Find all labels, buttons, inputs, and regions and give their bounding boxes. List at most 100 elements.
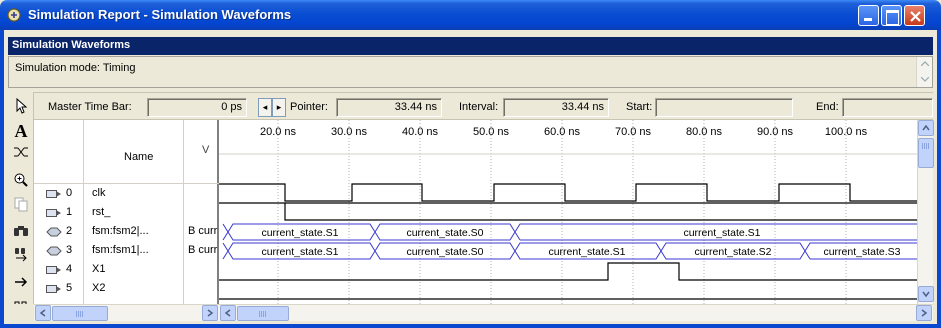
- signal-name: X1: [92, 263, 106, 275]
- signal-row-fsm2[interactable]: 2 fsm:fsm2|... B curr: [34, 224, 219, 240]
- signal-row-rst[interactable]: 1 rst_: [34, 205, 219, 221]
- time-label: 60.0 ns: [544, 126, 581, 138]
- x1-waveform: [219, 262, 917, 281]
- signal-value: B curr: [188, 225, 218, 237]
- master-time-bar-label: Master Time Bar:: [48, 101, 132, 113]
- section-header: Simulation Waveforms: [8, 37, 933, 55]
- time-label: 80.0 ns: [686, 126, 723, 138]
- scroll-left-icon: [224, 309, 231, 317]
- signal-index: 3: [66, 244, 73, 256]
- fsm1-state-label: current_state.S0: [406, 246, 483, 258]
- scroll-down-button[interactable]: [918, 286, 934, 302]
- fsm2-state-label: current_state.S1: [261, 227, 338, 239]
- time-bar: Master Time Bar: 0 ps ◂ ▸ Pointer: 33.44…: [34, 92, 933, 120]
- signal-index: 5: [66, 282, 73, 294]
- signal-row-x2[interactable]: 5 X2: [34, 281, 219, 297]
- time-label: 90.0 ns: [757, 126, 794, 138]
- pointer-field[interactable]: 33.44 ns: [336, 98, 442, 117]
- time-ruler: 20.0 ns 30.0 ns 40.0 ns 50.0 ns 60.0 ns …: [260, 126, 868, 138]
- scroll-up-icon: [922, 124, 930, 131]
- time-label: 100.0 ns: [825, 126, 868, 138]
- start-label: Start:: [626, 101, 653, 113]
- find-icon[interactable]: [12, 222, 30, 240]
- signal-index: 4: [66, 263, 73, 275]
- time-label: 20.0 ns: [260, 126, 297, 138]
- vertical-scroll-thumb[interactable]: [918, 138, 934, 168]
- copy-icon[interactable]: [12, 196, 30, 214]
- goto-icon[interactable]: [12, 274, 30, 292]
- fsm2-state-label: current_state.S0: [406, 227, 483, 239]
- scroll-left-icon: [39, 309, 46, 317]
- mode-panel-scrollbar[interactable]: [916, 57, 932, 87]
- waveform-horizontal-scrollbar[interactable]: [219, 304, 933, 321]
- signal-name: X2: [92, 282, 106, 294]
- interval-field[interactable]: 33.44 ns: [503, 98, 609, 117]
- signal-row-x1[interactable]: 4 X1: [34, 262, 219, 278]
- simulation-mode-panel: Simulation mode: Timing: [8, 56, 933, 88]
- waveform-vertical-scrollbar[interactable]: [917, 120, 934, 304]
- window-title: Simulation Report - Simulation Waveforms: [28, 7, 292, 22]
- pointer-tool-icon[interactable]: [12, 97, 30, 116]
- time-label: 70.0 ns: [615, 126, 652, 138]
- maximize-button[interactable]: [881, 5, 902, 26]
- signal-name: clk: [92, 187, 106, 199]
- horizontal-scroll-thumb[interactable]: [237, 306, 289, 321]
- signal-name: fsm:fsm2|...: [92, 225, 149, 237]
- signal-row-clk[interactable]: 0 clk: [34, 186, 219, 202]
- time-label: 50.0 ns: [473, 126, 510, 138]
- scroll-right-icon: [207, 309, 214, 317]
- time-label: 30.0 ns: [331, 126, 368, 138]
- start-field[interactable]: [655, 98, 793, 117]
- input-pin-icon: [46, 285, 61, 293]
- scroll-right-button[interactable]: [202, 305, 218, 321]
- time-label: 40.0 ns: [402, 126, 439, 138]
- fsm1-state-label: current_state.S1: [548, 246, 625, 258]
- zoom-icon[interactable]: [12, 172, 30, 190]
- master-time-bar-field[interactable]: 0 ps: [147, 98, 247, 117]
- signal-index: 1: [66, 206, 73, 218]
- simulation-mode-text: Simulation mode: Timing: [15, 62, 136, 74]
- title-bar[interactable]: Simulation Report - Simulation Waveforms: [0, 0, 941, 30]
- signal-name: rst_: [92, 206, 111, 218]
- signal-name: fsm:fsm1|...: [92, 244, 149, 256]
- close-icon: [910, 11, 921, 22]
- scrollbar-corner: [8, 304, 34, 321]
- table-header: Name V: [34, 120, 219, 184]
- time-grid: [219, 120, 917, 304]
- end-field[interactable]: [842, 98, 933, 117]
- scroll-left-button[interactable]: [35, 305, 51, 321]
- input-pin-icon: [46, 266, 61, 274]
- next-transition-button[interactable]: ▸: [272, 98, 286, 117]
- signal-index: 0: [66, 187, 73, 199]
- horizontal-scroll-thumb[interactable]: [52, 306, 108, 321]
- previous-transition-button[interactable]: ◂: [258, 98, 272, 117]
- fsm1-state-label: current_state.S3: [823, 246, 900, 258]
- signal-table: Name V 0 clk 1 rst_ 2 fsm:fsm2|... B cur…: [34, 120, 219, 304]
- bidir-pin-icon: [46, 227, 62, 237]
- interval-label: Interval:: [459, 101, 499, 113]
- value-column-header[interactable]: V: [202, 144, 209, 156]
- name-column-header[interactable]: Name: [124, 151, 153, 163]
- signal-row-fsm1[interactable]: 3 fsm:fsm1|... B curr: [34, 243, 219, 259]
- minimize-button[interactable]: [858, 5, 879, 26]
- scroll-left-button[interactable]: [220, 305, 236, 321]
- table-horizontal-scrollbar[interactable]: [34, 304, 219, 321]
- replace-icon[interactable]: [12, 246, 30, 264]
- signal-value: B curr: [188, 244, 218, 256]
- scroll-up-button[interactable]: [918, 120, 934, 136]
- rst-waveform: [219, 202, 917, 221]
- waveform-edit-icon[interactable]: [12, 144, 30, 162]
- input-pin-icon: [46, 190, 61, 198]
- signal-index: 2: [66, 225, 73, 237]
- time-bar-navigation: ◂ ▸: [258, 98, 286, 117]
- fsm2-state-label: current_state.S1: [683, 227, 760, 239]
- scroll-right-button[interactable]: [916, 305, 932, 321]
- text-tool-icon[interactable]: A: [12, 122, 30, 140]
- scroll-right-icon: [921, 309, 928, 317]
- fsm1-state-label: current_state.S2: [694, 246, 771, 258]
- scroll-up-icon[interactable]: [921, 61, 929, 66]
- close-button[interactable]: [904, 5, 925, 26]
- scroll-down-icon[interactable]: [921, 77, 929, 82]
- waveform-display[interactable]: 20.0 ns 30.0 ns 40.0 ns 50.0 ns 60.0 ns …: [219, 120, 917, 304]
- bidir-pin-icon: [46, 246, 62, 256]
